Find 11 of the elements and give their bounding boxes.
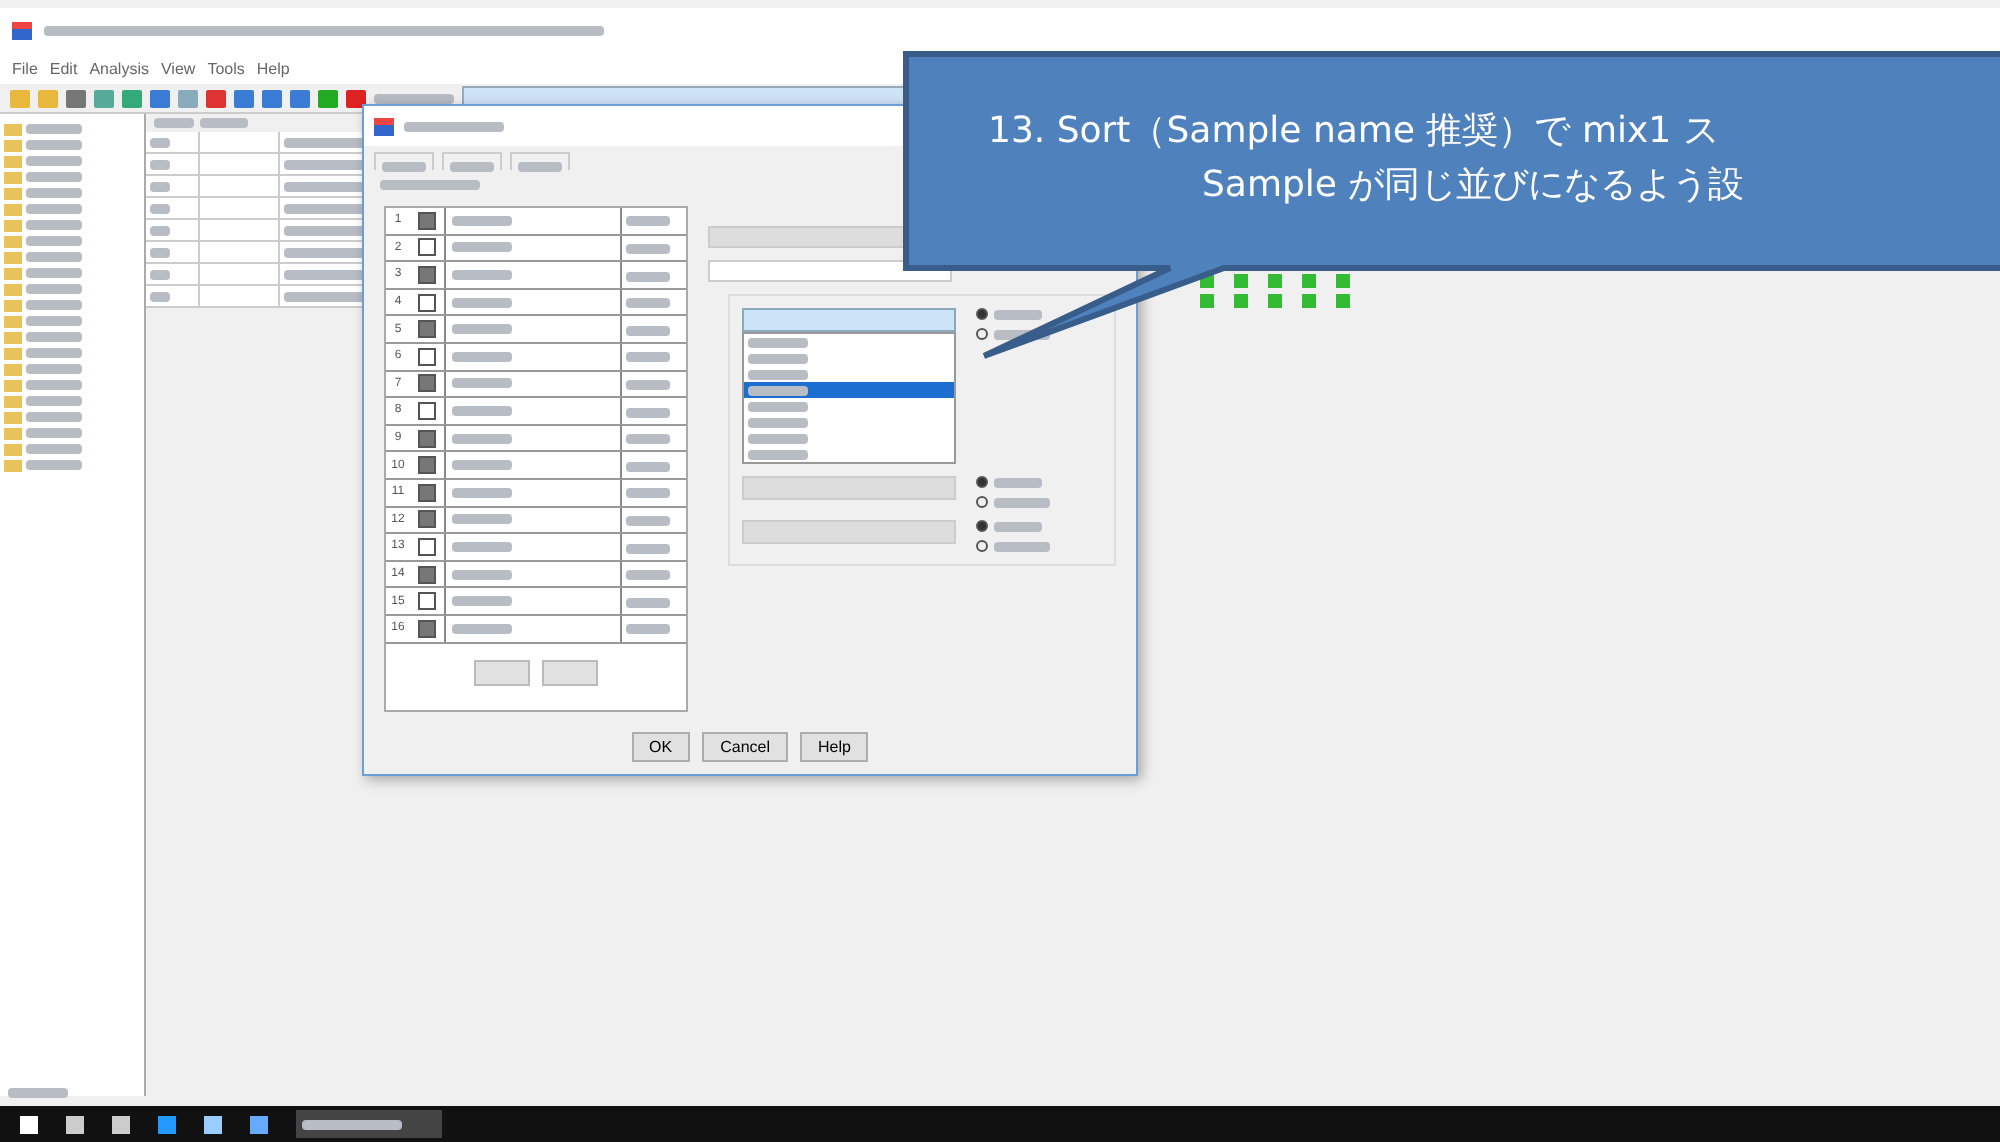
menu-item[interactable]: Analysis: [89, 59, 149, 77]
menu-item[interactable]: Tools: [207, 59, 245, 77]
callout-text: Sample が同じ並びになるよう設: [1202, 162, 1745, 210]
menu-item[interactable]: Help: [256, 59, 290, 77]
dialog-button[interactable]: Cancel: [702, 732, 788, 762]
menu-item[interactable]: File: [12, 59, 38, 77]
dialog-button[interactable]: Help: [800, 732, 869, 762]
menu-item[interactable]: View: [160, 59, 196, 77]
dialog-button[interactable]: OK: [631, 732, 691, 762]
callout-text: 13. Sort（Sample name 推奨）で mix1 ス: [988, 108, 1719, 156]
menu-item[interactable]: Edit: [49, 59, 78, 77]
